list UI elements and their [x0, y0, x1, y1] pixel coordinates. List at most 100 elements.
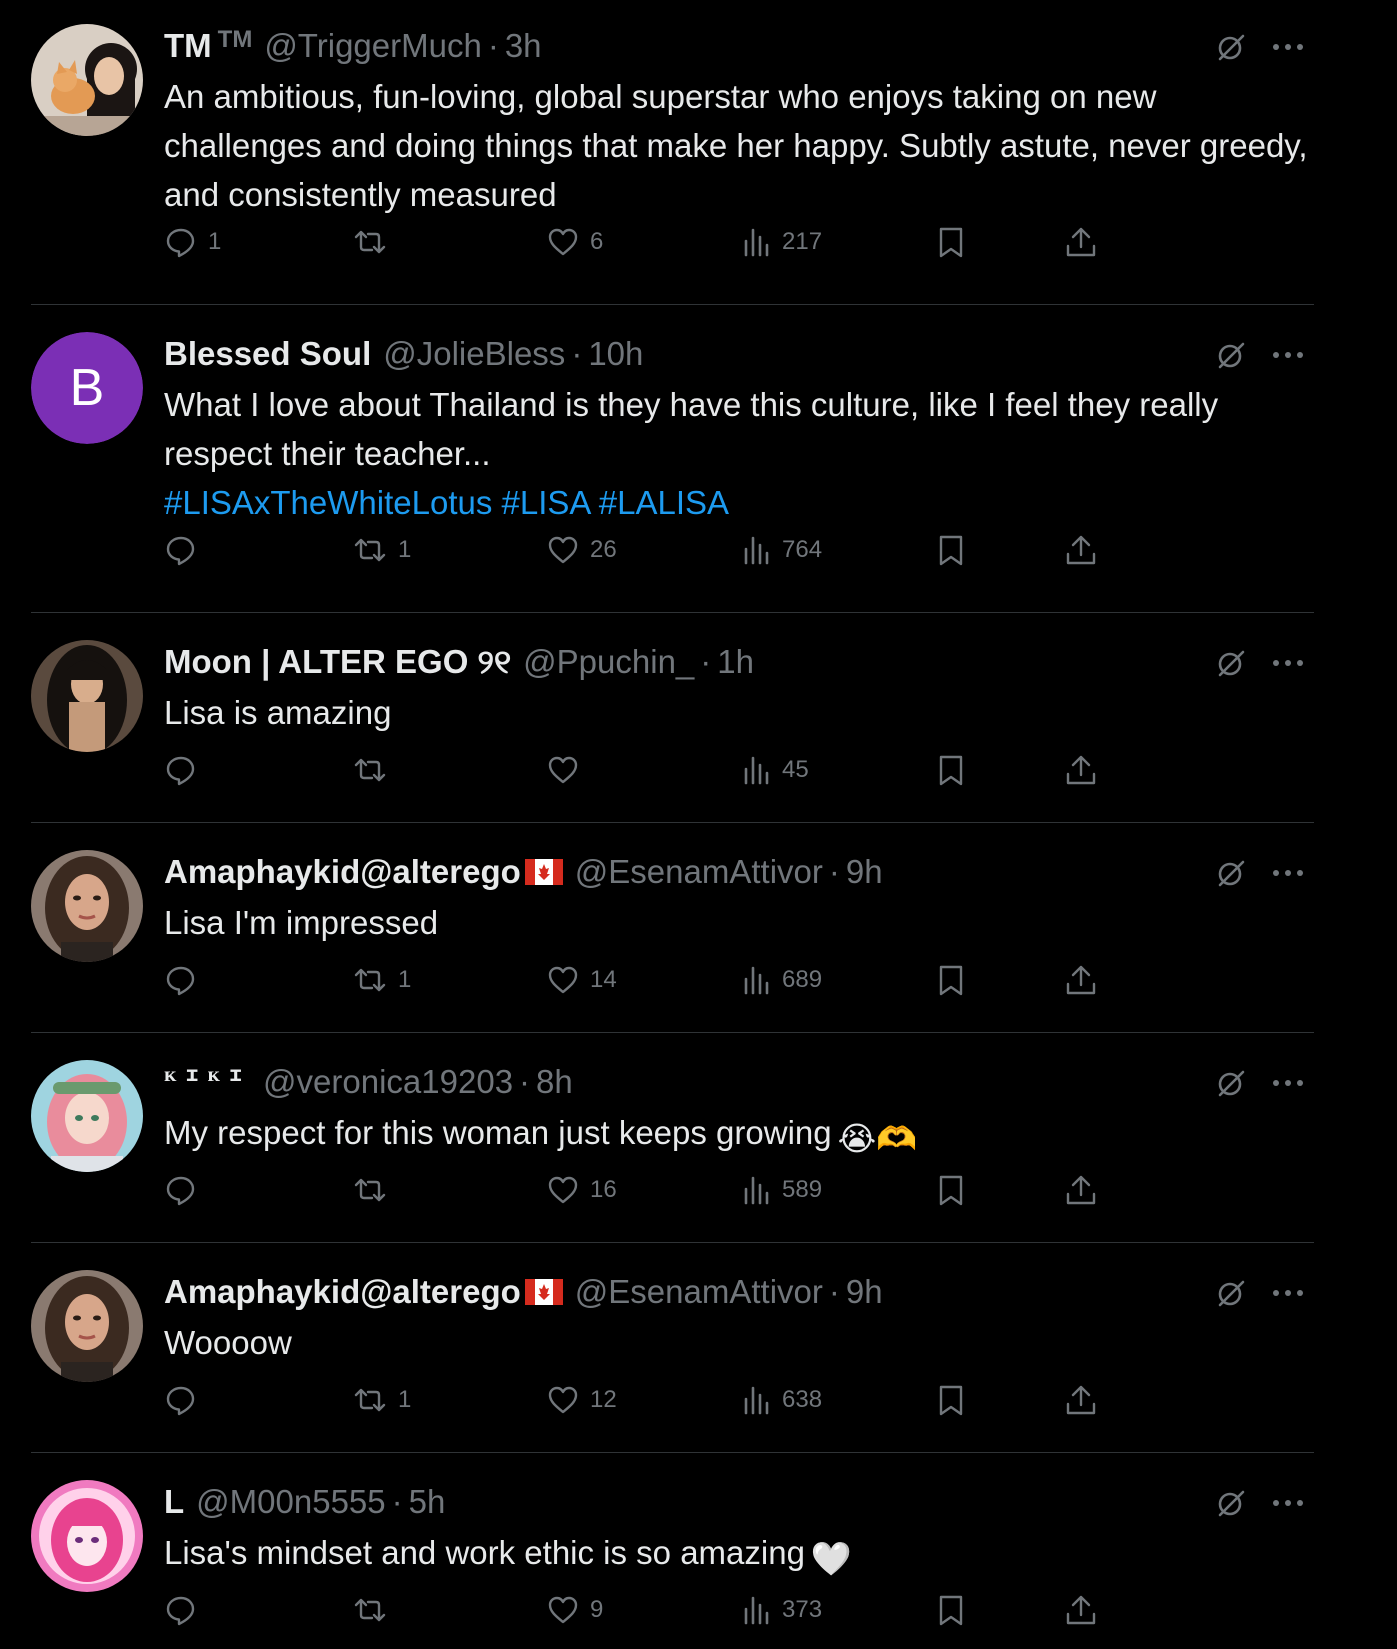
avatar[interactable] — [31, 24, 143, 136]
display-name[interactable]: Blessed Soul — [164, 332, 371, 376]
repost-button[interactable] — [352, 222, 398, 262]
repost-count: 1 — [398, 966, 412, 993]
grok-icon[interactable] — [1214, 1276, 1248, 1310]
bookmark-button[interactable] — [936, 1380, 966, 1420]
avatar[interactable] — [31, 850, 143, 962]
avatar[interactable]: B — [31, 332, 143, 444]
like-button[interactable]: 26 — [546, 530, 617, 570]
repost-button[interactable]: 1 — [352, 530, 411, 570]
display-name[interactable]: Amaphaykid@alterego — [164, 1270, 521, 1314]
more-icon[interactable] — [1268, 30, 1308, 64]
repost-button[interactable] — [352, 750, 398, 790]
like-button[interactable]: 14 — [546, 960, 617, 1000]
display-name[interactable]: TM — [164, 24, 212, 68]
avatar[interactable] — [31, 1270, 143, 1382]
reply-button[interactable]: 1 — [164, 222, 221, 262]
handle[interactable]: @JolieBless — [383, 332, 565, 376]
views-button[interactable]: 373 — [742, 1590, 822, 1630]
share-button[interactable] — [1064, 750, 1098, 790]
grok-icon[interactable] — [1214, 30, 1248, 64]
bookmark-icon — [939, 227, 963, 258]
tweet[interactable]: Moon | ALTER EGO ୨୧ @Ppuchin_ · 1h Lisa … — [31, 640, 1314, 790]
more-icon[interactable] — [1268, 646, 1308, 680]
display-name[interactable]: ᴋɪᴋɪ — [164, 1052, 251, 1096]
tweet[interactable]: Amaphaykid@alterego @EsenamAttivor · 9h … — [31, 1270, 1314, 1420]
bookmark-button[interactable] — [936, 222, 966, 262]
display-name-suffix: TM — [217, 26, 253, 53]
tweet[interactable]: Amaphaykid@alterego @EsenamAttivor · 9h … — [31, 850, 1314, 1000]
repost-button[interactable]: 1 — [352, 1380, 411, 1420]
more-icon[interactable] — [1268, 856, 1308, 890]
more-icon[interactable] — [1268, 338, 1308, 372]
share-button[interactable] — [1064, 222, 1098, 262]
bookmark-button[interactable] — [936, 960, 966, 1000]
views-button[interactable]: 764 — [742, 530, 822, 570]
grok-icon[interactable] — [1214, 856, 1248, 890]
handle[interactable]: @EsenamAttivor — [575, 850, 823, 894]
reply-button[interactable] — [164, 750, 208, 790]
timestamp[interactable]: 1h — [717, 640, 754, 684]
bookmark-button[interactable] — [936, 1170, 966, 1210]
grok-icon[interactable] — [1214, 338, 1248, 372]
like-button[interactable]: 12 — [546, 1380, 617, 1420]
like-button[interactable]: 6 — [546, 222, 603, 262]
like-button[interactable]: 16 — [546, 1170, 617, 1210]
share-button[interactable] — [1064, 1170, 1098, 1210]
views-button[interactable]: 589 — [742, 1170, 822, 1210]
bookmark-button[interactable] — [936, 750, 966, 790]
share-button[interactable] — [1064, 530, 1098, 570]
handle[interactable]: @Ppuchin_ — [523, 640, 694, 684]
timestamp[interactable]: 3h — [505, 24, 542, 68]
more-icon[interactable] — [1268, 1066, 1308, 1100]
reply-button[interactable] — [164, 1590, 208, 1630]
views-button[interactable]: 217 — [742, 222, 822, 262]
repost-button[interactable] — [352, 1170, 398, 1210]
more-icon[interactable] — [1268, 1486, 1308, 1520]
tweet[interactable]: L @M00n5555 · 5h Lisa's mindset and work… — [31, 1480, 1314, 1630]
canada-flag-icon — [524, 1279, 563, 1305]
repost-button[interactable] — [352, 1590, 398, 1630]
tweet[interactable]: ᴋɪᴋɪ @veronica19203 · 8h My respect for … — [31, 1060, 1314, 1210]
views-button[interactable]: 638 — [742, 1380, 822, 1420]
grok-icon[interactable] — [1214, 1486, 1248, 1520]
handle[interactable]: @M00n5555 — [196, 1480, 385, 1524]
timestamp[interactable]: 5h — [409, 1480, 446, 1524]
share-button[interactable] — [1064, 1380, 1098, 1420]
handle[interactable]: @EsenamAttivor — [575, 1270, 823, 1314]
grok-icon[interactable] — [1214, 646, 1248, 680]
like-button[interactable] — [546, 750, 590, 790]
share-button[interactable] — [1064, 960, 1098, 1000]
display-name[interactable]: Moon | ALTER EGO ୨୧ — [164, 640, 511, 684]
views-button[interactable]: 689 — [742, 960, 822, 1000]
bookmark-button[interactable] — [936, 530, 966, 570]
views-button[interactable]: 45 — [742, 750, 809, 790]
timestamp[interactable]: 8h — [536, 1060, 573, 1104]
action-bar: 1 14 689 — [164, 960, 1164, 1000]
bookmark-button[interactable] — [936, 1590, 966, 1630]
handle[interactable]: @TriggerMuch — [264, 24, 482, 68]
reply-button[interactable] — [164, 530, 208, 570]
hashtag-links[interactable]: #LISAxTheWhiteLotus #LISA #LALISA — [164, 478, 1309, 527]
display-name[interactable]: Amaphaykid@alterego — [164, 850, 521, 894]
reply-button[interactable] — [164, 1170, 208, 1210]
reply-button[interactable] — [164, 960, 208, 1000]
avatar[interactable] — [31, 1480, 143, 1592]
tweet[interactable]: TM TM @TriggerMuch · 3h An ambitious, fu… — [31, 24, 1314, 274]
header-icons — [1214, 1272, 1314, 1312]
handle[interactable]: @veronica19203 — [263, 1060, 513, 1104]
more-icon[interactable] — [1268, 1276, 1308, 1310]
views-icon — [744, 966, 769, 995]
avatar[interactable] — [31, 640, 143, 752]
grok-icon[interactable] — [1214, 1066, 1248, 1100]
timestamp[interactable]: 9h — [846, 850, 883, 894]
timestamp[interactable]: 10h — [588, 332, 643, 376]
share-button[interactable] — [1064, 1590, 1098, 1630]
like-button[interactable]: 9 — [546, 1590, 603, 1630]
avatar[interactable] — [31, 1060, 143, 1172]
display-name[interactable]: L — [164, 1480, 184, 1524]
reply-icon — [166, 228, 195, 258]
tweet[interactable]: B Blessed Soul @JolieBless · 10h What I … — [31, 332, 1314, 574]
reply-button[interactable] — [164, 1380, 208, 1420]
timestamp[interactable]: 9h — [846, 1270, 883, 1314]
repost-button[interactable]: 1 — [352, 960, 411, 1000]
